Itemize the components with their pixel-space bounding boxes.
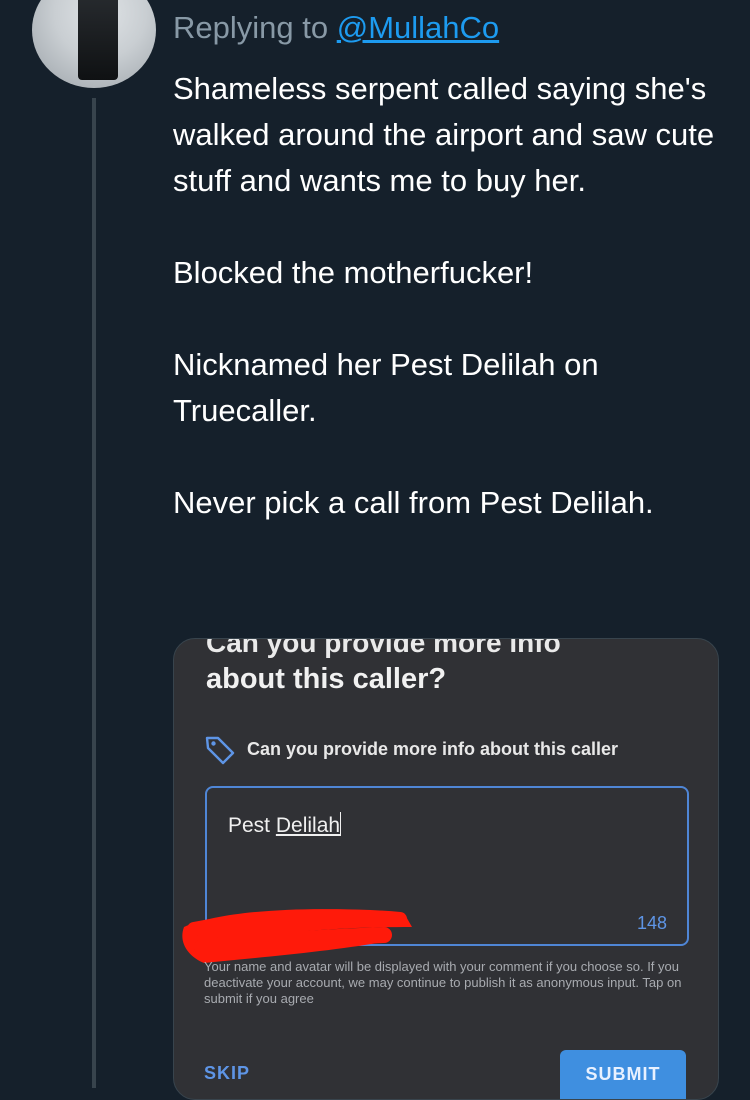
disclaimer-text: Your name and avatar will be displayed w…	[204, 959, 682, 1006]
thread-line	[92, 98, 96, 1088]
text-cursor	[340, 812, 342, 836]
mention-link[interactable]: @MullahCo	[337, 10, 499, 45]
attached-image[interactable]: Can you provide more info about this cal…	[173, 638, 719, 1100]
tweet-paragraph: Nicknamed her Pest Delilah on Truecaller…	[173, 347, 599, 428]
avatar[interactable]	[32, 0, 156, 88]
character-counter: 148	[636, 913, 667, 933]
tweet-text: Shameless serpent called saying she's wa…	[173, 66, 733, 526]
input-word-underlined: Delilah	[275, 814, 341, 837]
tweet-paragraph: Shameless serpent called saying she's wa…	[173, 71, 715, 198]
replying-to: Replying to @MullahCo	[173, 10, 499, 46]
tag-icon	[205, 736, 235, 765]
avatar-figure	[78, 0, 118, 80]
tweet-paragraph: Blocked the motherfucker!	[173, 255, 534, 290]
input-value: Pest Delilah	[228, 812, 342, 838]
replying-to-label: Replying to	[173, 10, 329, 45]
submit-button[interactable]: SUBMIT	[560, 1050, 686, 1099]
tweet-paragraph: Never pick a call from Pest Delilah.	[173, 485, 654, 520]
dialog-title-cut: Can you provide more info	[206, 638, 561, 658]
field-prompt: Can you provide more info about this cal…	[247, 739, 619, 759]
skip-button[interactable]: SKIP	[204, 1063, 250, 1084]
dialog-title: about this caller?	[206, 663, 447, 695]
input-word: Pest	[228, 814, 271, 837]
